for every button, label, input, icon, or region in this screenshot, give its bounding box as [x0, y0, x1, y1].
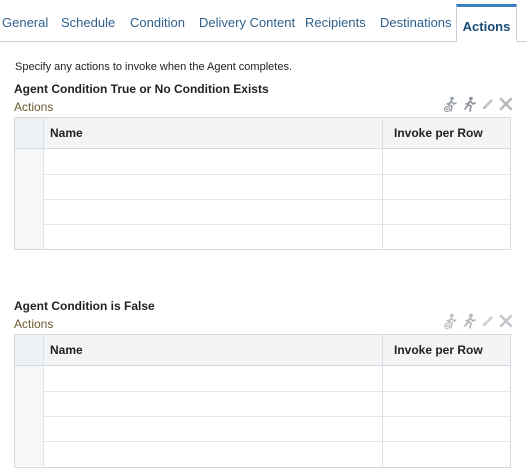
edit-pencil-icon[interactable] — [480, 313, 496, 329]
table-row[interactable] — [15, 149, 510, 175]
tab-general[interactable]: General — [2, 0, 48, 41]
table-header: Name Invoke per Row — [15, 118, 510, 149]
row-header — [15, 224, 44, 249]
column-header-name[interactable]: Name — [50, 335, 83, 365]
row-header-corner — [15, 335, 44, 365]
section-true-toolbar — [443, 96, 515, 114]
row-header-corner — [15, 118, 44, 148]
tab-actions[interactable]: Actions — [456, 4, 517, 42]
table-row[interactable] — [15, 416, 510, 442]
row-header — [15, 174, 44, 199]
delete-x-icon[interactable] — [498, 313, 514, 329]
column-header-invoke-per-row[interactable]: Invoke per Row — [394, 335, 483, 365]
tab-delivery-content[interactable]: Delivery Content — [199, 0, 295, 41]
table-row[interactable] — [15, 174, 510, 200]
table-row[interactable] — [15, 391, 510, 417]
column-header-invoke-per-row[interactable]: Invoke per Row — [394, 118, 483, 148]
row-header — [15, 149, 44, 174]
tab-schedule[interactable]: Schedule — [61, 0, 115, 41]
run-action-icon[interactable] — [461, 96, 477, 112]
section-false-subtitle: Actions — [14, 317, 54, 331]
table-header: Name Invoke per Row — [15, 335, 510, 366]
row-header — [15, 391, 44, 416]
row-header — [15, 416, 44, 441]
section-false-table: Name Invoke per Row — [14, 334, 511, 468]
tab-recipients[interactable]: Recipients — [305, 0, 366, 41]
add-action-icon[interactable] — [443, 96, 459, 112]
edit-pencil-icon[interactable] — [480, 96, 496, 112]
row-header — [15, 441, 44, 466]
add-action-icon[interactable] — [443, 313, 459, 329]
tab-destinations[interactable]: Destinations — [380, 0, 452, 41]
column-header-name[interactable]: Name — [50, 118, 83, 148]
tab-bar: General Schedule Condition Delivery Cont… — [0, 0, 527, 42]
table-row[interactable] — [15, 441, 510, 466]
table-row[interactable] — [15, 224, 510, 249]
section-true-table: Name Invoke per Row — [14, 117, 511, 250]
table-row[interactable] — [15, 366, 510, 392]
run-action-icon[interactable] — [461, 313, 477, 329]
row-header — [15, 199, 44, 224]
section-true-title: Agent Condition True or No Condition Exi… — [14, 82, 269, 96]
row-header — [15, 366, 44, 391]
section-true-subtitle: Actions — [14, 100, 54, 114]
delete-x-icon[interactable] — [498, 96, 514, 112]
intro-text: Specify any actions to invoke when the A… — [15, 61, 292, 73]
table-row[interactable] — [15, 199, 510, 225]
tab-condition[interactable]: Condition — [130, 0, 185, 41]
section-false-toolbar — [443, 313, 515, 331]
section-false-title: Agent Condition is False — [14, 299, 155, 313]
